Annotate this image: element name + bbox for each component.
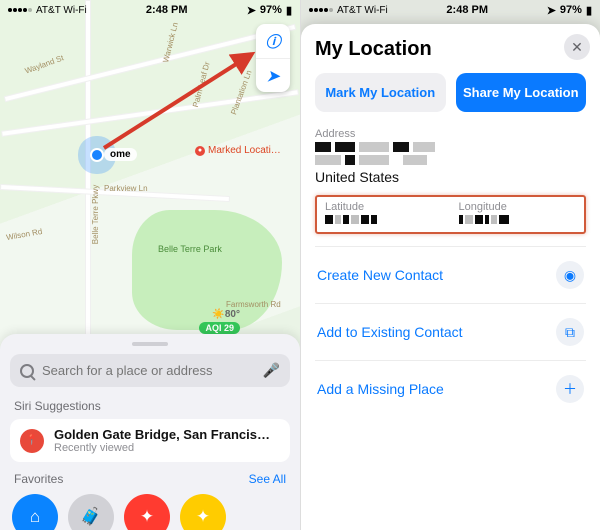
carrier-label: AT&T Wi-Fi — [36, 5, 87, 16]
street-label: Belle Terre Pkwy — [91, 185, 100, 244]
card-title: My Location — [315, 38, 586, 61]
suggestion-row[interactable]: 📍 Golden Gate Bridge, San Francis… Recen… — [10, 419, 290, 462]
sun-icon: ☀️ — [212, 309, 224, 320]
location-detail-card: ✕ My Location Mark My Location Share My … — [301, 24, 600, 530]
address-obfuscated — [315, 142, 586, 165]
suggestion-title: Golden Gate Bridge, San Francis… — [54, 427, 280, 442]
temperature-label: 80° — [225, 309, 240, 320]
close-icon: ✕ — [571, 39, 583, 56]
status-bar: AT&T Wi-Fi 2:48 PM ➤ 97% ▮ — [301, 0, 600, 18]
contact-icon: ◉ — [556, 261, 584, 289]
search-icon — [20, 364, 34, 378]
add-existing-contact-row[interactable]: Add to Existing Contact ⧉ — [315, 303, 586, 360]
briefcase-icon: 🧳 — [80, 507, 101, 527]
suggestion-subtitle: Recently viewed — [54, 442, 280, 454]
siri-suggestions-heading: Siri Suggestions — [14, 399, 286, 413]
location-services-icon: ➤ — [547, 4, 556, 17]
favorite-home[interactable]: ⌂ — [12, 494, 58, 530]
contacts-merge-icon: ⧉ — [556, 318, 584, 346]
my-location-screen: AT&T Wi-Fi 2:48 PM ➤ 97% ▮ ✕ My Location… — [300, 0, 600, 530]
share-my-location-button[interactable]: Share My Location — [456, 73, 587, 112]
street-label: Wayland St — [24, 53, 65, 75]
time-label: 2:48 PM — [146, 4, 188, 16]
row-label: Create New Contact — [317, 267, 443, 283]
microphone-icon[interactable]: 🎤 — [263, 362, 280, 379]
annotation-arrow — [96, 44, 266, 156]
coordinates-highlight: Latitude Longitude — [315, 195, 586, 234]
park-label: Belle Terre Park — [158, 244, 222, 254]
aqi-badge: AQI 29 — [199, 322, 240, 334]
add-missing-place-row[interactable]: Add a Missing Place ＋ — [315, 360, 586, 417]
road — [85, 0, 91, 340]
battery-label: 97% — [260, 4, 282, 16]
battery-label: 97% — [560, 4, 582, 16]
longitude-label: Longitude — [459, 201, 577, 213]
carrier-label: AT&T Wi-Fi — [337, 5, 388, 16]
location-arrow-icon: ➤ — [267, 67, 280, 85]
row-label: Add to Existing Contact — [317, 324, 463, 340]
plus-icon: ＋ — [556, 375, 584, 403]
favorite-work[interactable]: 🧳 — [68, 494, 114, 530]
street-label: Wilson Rd — [5, 227, 42, 242]
signal-dots-icon — [309, 8, 333, 12]
search-sheet[interactable]: 🎤 Siri Suggestions 📍 Golden Gate Bridge,… — [0, 334, 300, 530]
pin-icon: 📍 — [20, 429, 44, 453]
address-label: Address — [315, 128, 586, 140]
favorites-see-all-link[interactable]: See All — [249, 472, 286, 486]
info-icon: ⓘ — [265, 31, 280, 52]
street-label: Parkview Ln — [104, 184, 148, 193]
battery-icon: ▮ — [586, 4, 592, 17]
favorites-heading: Favorites — [14, 472, 63, 486]
fork-knife-icon: ✦ — [140, 507, 154, 527]
two-screenshots: AT&T Wi-Fi 2:48 PM ➤ 97% ▮ Belle Terre P… — [0, 0, 600, 530]
maps-screen-left: AT&T Wi-Fi 2:48 PM ➤ 97% ▮ Belle Terre P… — [0, 0, 300, 530]
street-label: Farmsworth Rd — [226, 300, 281, 309]
latitude-label: Latitude — [325, 201, 443, 213]
sheet-grabber-icon[interactable] — [132, 342, 168, 346]
time-label: 2:48 PM — [446, 4, 488, 16]
latitude-value-obfuscated — [325, 215, 443, 224]
favorite-item[interactable]: ✦ — [124, 494, 170, 530]
star-icon: ✦ — [196, 507, 210, 527]
signal-dots-icon — [8, 8, 32, 12]
weather-widget[interactable]: ☀️80° AQI 29 — [199, 309, 240, 334]
search-bar[interactable]: 🎤 — [10, 354, 290, 387]
longitude-value-obfuscated — [459, 215, 577, 224]
search-input[interactable] — [42, 363, 255, 378]
create-new-contact-row[interactable]: Create New Contact ◉ — [315, 246, 586, 303]
status-bar: AT&T Wi-Fi 2:48 PM ➤ 97% ▮ — [0, 0, 300, 18]
location-services-icon: ➤ — [247, 4, 256, 17]
favorites-circles: ⌂ 🧳 ✦ ✦ — [10, 490, 290, 530]
address-country: United States — [315, 169, 586, 185]
home-icon: ⌂ — [30, 507, 40, 527]
mark-my-location-button[interactable]: Mark My Location — [315, 73, 446, 112]
row-label: Add a Missing Place — [317, 381, 444, 397]
close-button[interactable]: ✕ — [564, 34, 590, 60]
battery-icon: ▮ — [286, 4, 292, 17]
favorite-item[interactable]: ✦ — [180, 494, 226, 530]
